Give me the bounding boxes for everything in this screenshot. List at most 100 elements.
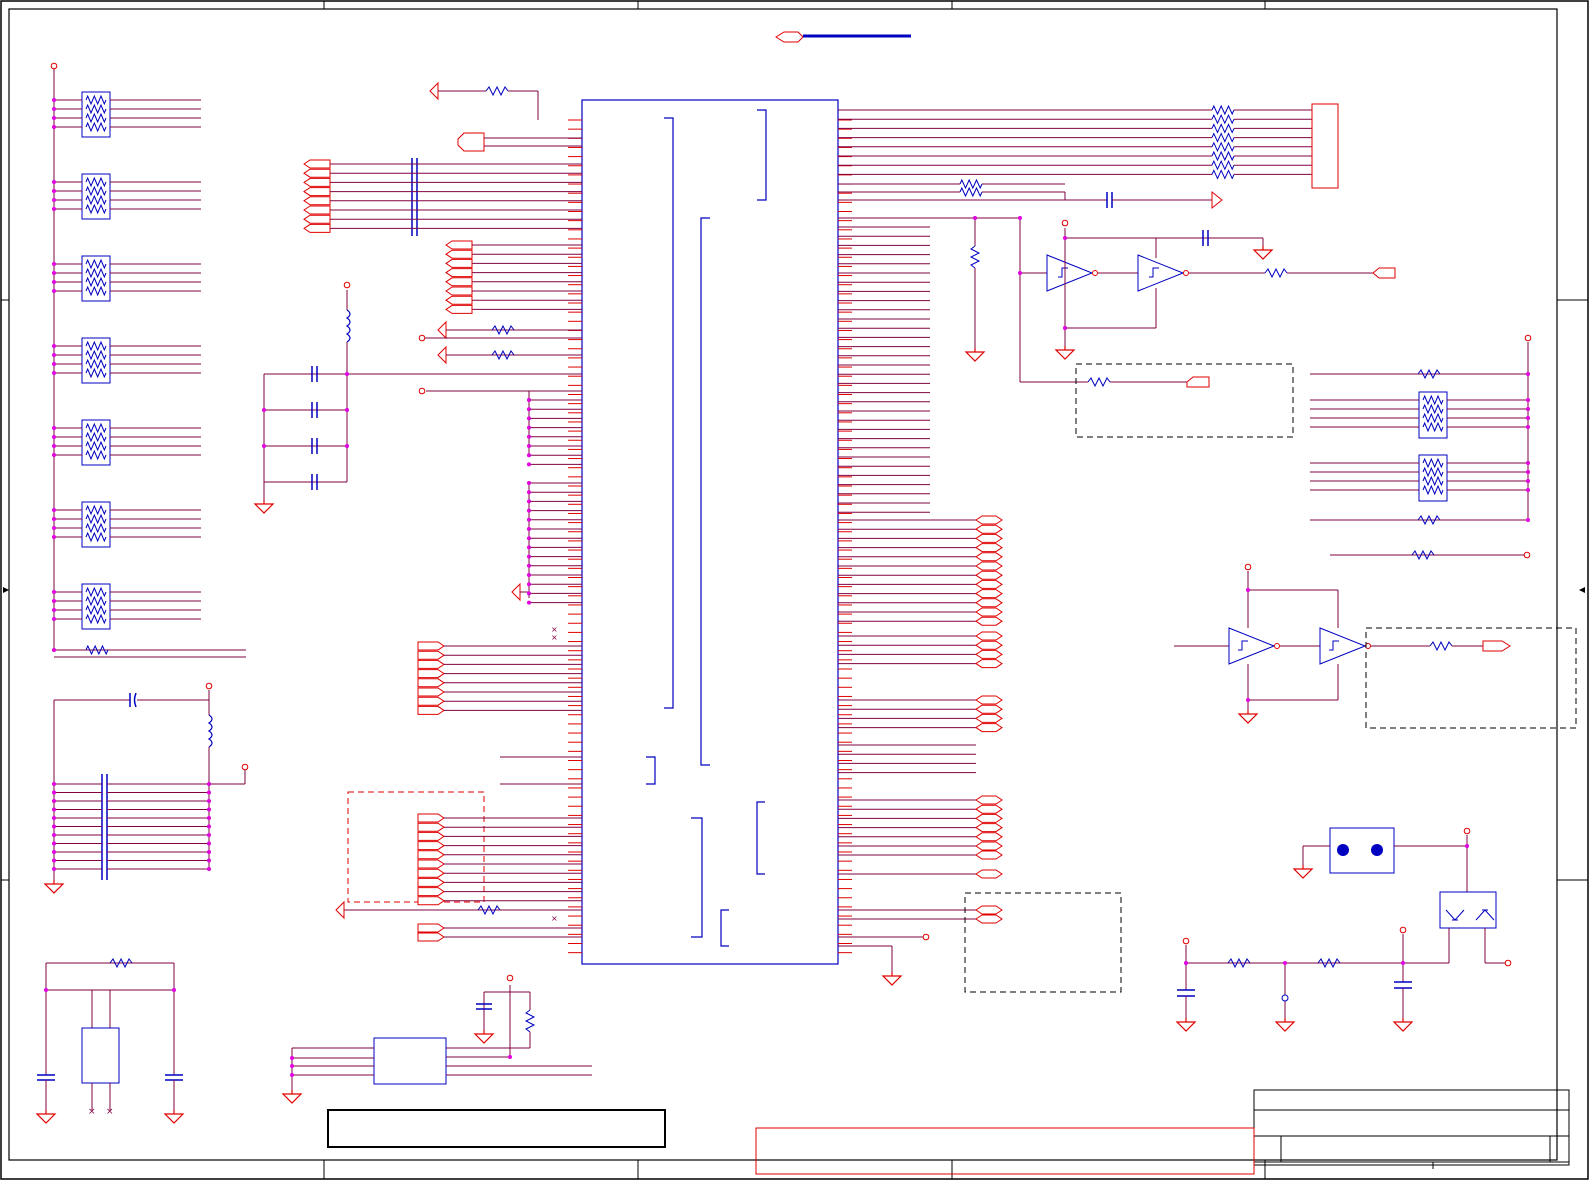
junction-dot <box>527 536 531 541</box>
net-port <box>445 268 473 278</box>
net-port <box>303 168 331 178</box>
ic-decoupling <box>254 281 582 514</box>
net-port <box>975 695 1003 705</box>
junction-dot <box>1526 461 1530 465</box>
junction-dot <box>52 535 56 539</box>
net-port <box>417 650 445 660</box>
svg-text:×: × <box>551 633 558 642</box>
junction-dot <box>262 408 266 412</box>
junction-dot <box>52 198 56 202</box>
net-port <box>975 795 1003 805</box>
net-port <box>975 640 1003 650</box>
junction-dot <box>52 833 56 837</box>
net-port <box>975 598 1003 608</box>
junction-dot <box>207 807 211 812</box>
right-pullups <box>1310 334 1532 561</box>
net-port <box>445 295 473 305</box>
net-port <box>417 687 445 697</box>
net-port <box>445 249 473 259</box>
junction-dot <box>527 444 531 448</box>
junction-dot <box>52 189 56 193</box>
net-port <box>417 831 445 841</box>
junction-dot <box>1526 372 1530 376</box>
net-port <box>417 813 445 823</box>
junction-dot <box>207 799 211 803</box>
junction-dot <box>1063 326 1067 330</box>
net-port <box>975 813 1003 823</box>
net-port <box>975 533 1003 543</box>
junction-dot <box>1184 961 1188 965</box>
junction-dot <box>207 782 211 786</box>
junction-dot <box>527 407 531 412</box>
net-port <box>975 869 1003 879</box>
net-port <box>975 579 1003 589</box>
junction-dot <box>527 527 531 531</box>
net-port <box>417 859 445 869</box>
junction-dot <box>52 799 56 803</box>
net-port <box>303 214 331 224</box>
net-port <box>417 705 445 715</box>
net-port <box>303 177 331 187</box>
junction-dot <box>345 408 349 412</box>
svg-text:×: × <box>106 1107 114 1117</box>
jumper-and-regulator <box>1176 827 1512 1032</box>
junction-dot <box>52 344 56 348</box>
junction-dot <box>207 833 211 837</box>
net-port <box>417 841 445 851</box>
junction-dot <box>1465 844 1469 848</box>
junction-dot <box>527 462 531 467</box>
junction-dot <box>44 988 48 992</box>
net-port <box>975 561 1003 571</box>
junction-dot <box>52 608 56 612</box>
junction-dot <box>52 107 56 111</box>
decoupling-capacitors <box>44 682 249 894</box>
junction-dot <box>52 180 56 184</box>
net-port <box>975 552 1003 562</box>
junction-dot <box>527 591 531 596</box>
net-port <box>417 877 445 887</box>
net-port <box>445 258 473 268</box>
junction-dot <box>1526 488 1530 492</box>
net-port <box>975 570 1003 580</box>
junction-dot <box>345 372 349 376</box>
net-port <box>445 277 473 287</box>
junction-dot <box>52 289 56 293</box>
ic-top-left-nets: × × × <box>335 81 582 923</box>
junction-dot <box>1526 398 1530 402</box>
net-port <box>417 822 445 832</box>
junction-dot <box>207 790 211 795</box>
net-port <box>303 196 331 206</box>
net-port <box>417 932 445 942</box>
net-port <box>417 696 445 706</box>
junction-dot <box>52 807 56 812</box>
crystal-oscillator: × × <box>36 957 184 1124</box>
net-port <box>417 678 445 688</box>
junction-dot <box>527 425 531 430</box>
junction-dot <box>527 490 531 495</box>
net-port <box>975 850 1003 860</box>
clock-buffer-bottom <box>1174 563 1577 729</box>
junction-dot <box>527 545 531 550</box>
net-port <box>975 616 1003 626</box>
junction-dot <box>290 1064 294 1068</box>
net-port <box>417 850 445 860</box>
junction-dot <box>1526 416 1530 420</box>
junction-dot <box>1526 518 1530 522</box>
net-port <box>975 649 1003 659</box>
junction-dot <box>527 398 531 402</box>
junction-dot <box>527 600 531 605</box>
junction-dot <box>52 858 56 863</box>
junction-dot <box>52 271 56 275</box>
junction-dot <box>52 824 56 829</box>
junction-dot <box>52 850 56 854</box>
net-port <box>975 524 1003 534</box>
junction-dot <box>207 816 211 820</box>
net-port <box>975 841 1003 851</box>
junction-dot <box>1526 425 1530 429</box>
junction-dot <box>52 867 56 871</box>
junction-dot <box>52 280 56 284</box>
junction-dot <box>973 216 977 220</box>
junction-dot <box>527 481 531 485</box>
junction-dot <box>52 262 56 266</box>
junction-dot <box>262 444 266 448</box>
